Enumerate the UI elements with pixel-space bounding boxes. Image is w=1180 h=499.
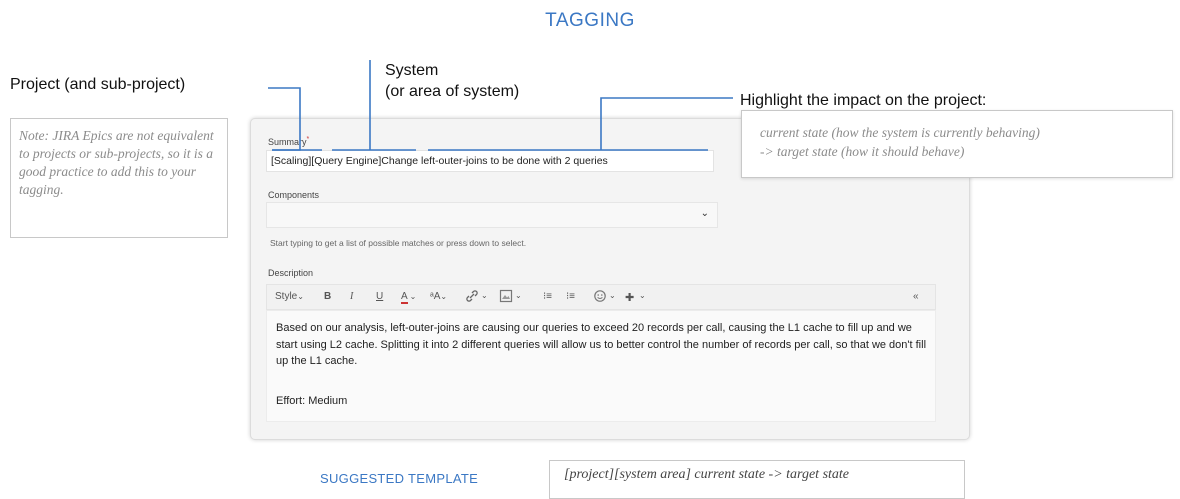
chevron-down-icon[interactable]: ⌄ (481, 291, 488, 300)
bullet-list-button[interactable]: ⁝≡ (543, 291, 552, 302)
italic-button[interactable]: I (350, 291, 353, 302)
project-label: Project (and sub-project) (10, 76, 186, 93)
note-box: Note: JIRA Epics are not equivalent to p… (10, 118, 228, 238)
chevron-down-icon[interactable]: ⌄ (701, 208, 709, 219)
components-select[interactable]: ⌄ (266, 202, 718, 228)
collapse-toolbar-button[interactable]: « (913, 291, 919, 302)
font-size-button[interactable]: ᵃA⌄ (430, 291, 447, 302)
editor-toolbar: Style⌄ B I U A ⌄ ᵃA⌄ ⌄ ⌄ ⁝≡ ⁝≡ ⌄ ✚ ⌄ « (266, 284, 936, 310)
chevron-down-icon[interactable]: ⌄ (639, 291, 646, 300)
bold-button[interactable]: B (324, 291, 331, 302)
summary-input[interactable]: [Scaling][Query Engine]Change left-outer… (266, 150, 714, 172)
summary-label: Summary* (268, 136, 309, 147)
system-label-line2: (or area of system) (385, 83, 520, 100)
number-list-button[interactable]: ⁝≡ (566, 291, 575, 302)
underline-button[interactable]: U (376, 291, 383, 302)
text-color-label: A (401, 291, 408, 304)
impact-label: Highlight the impact on the project: (740, 92, 987, 109)
text-color-button[interactable]: A ⌄ (401, 291, 417, 304)
style-label: Style (275, 291, 298, 302)
chevron-down-icon: ⌄ (440, 292, 448, 301)
insert-more-icon[interactable]: ✚ (625, 291, 634, 304)
system-label: System (or area of system) (385, 60, 519, 102)
image-icon[interactable] (499, 289, 513, 306)
impact-line-target: -> target state (how it should behave) (760, 144, 965, 159)
link-icon[interactable] (465, 289, 479, 306)
components-hint: Start typing to get a list of possible m… (270, 238, 527, 248)
summary-label-text: Summary (268, 137, 307, 147)
effort-text: Effort: Medium (276, 395, 348, 407)
components-label: Components (268, 190, 320, 200)
chevron-down-icon: ⌄ (297, 292, 304, 301)
required-mark: * (306, 136, 310, 143)
chevron-down-icon[interactable]: ⌄ (609, 291, 616, 300)
page-title: TAGGING (545, 10, 635, 31)
chevron-down-icon[interactable]: ⌄ (515, 291, 522, 300)
description-text: Based on our analysis, left-outer-joins … (276, 322, 927, 367)
style-dropdown[interactable]: Style⌄ (275, 291, 304, 302)
chevron-down-icon: ⌄ (409, 292, 417, 301)
system-label-line1: System (385, 62, 439, 79)
font-size-label: ᵃA (430, 291, 441, 302)
description-label: Description (268, 268, 314, 278)
impact-box: current state (how the system is current… (741, 110, 1173, 178)
suggested-template-box: [project][system area] current state -> … (549, 460, 965, 499)
suggested-template-label: SUGGESTED TEMPLATE (320, 471, 479, 486)
impact-line-current: current state (how the system is current… (760, 125, 1040, 140)
emoji-icon[interactable] (593, 289, 607, 306)
